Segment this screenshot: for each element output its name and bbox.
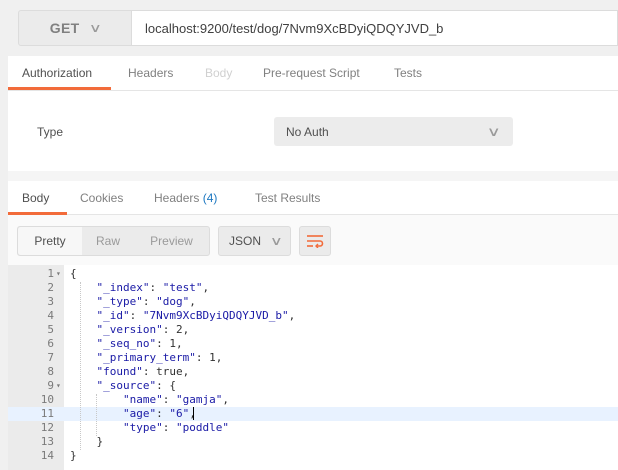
view-pretty-button[interactable]: Pretty [18, 227, 82, 255]
chevron-down-icon: ∨ [89, 21, 103, 35]
line-number: 9 [47, 379, 54, 392]
code-text: "type": "poddle" [122, 421, 229, 434]
line-number: 11 [40, 407, 54, 420]
wrap-lines-button[interactable] [299, 226, 331, 256]
code-line: 2 "_index": "test", [8, 281, 618, 295]
code-text: "_id": "7Nvm9XcBDyiQDQYJVD_b", [96, 309, 296, 322]
url-input[interactable]: localhost:9200/test/dog/7Nvm9XcBDyiQDQYJ… [132, 10, 618, 46]
format-value: JSON [229, 234, 262, 248]
code-line: 10 "name": "gamja", [8, 393, 618, 407]
auth-type-value: No Auth [286, 124, 329, 139]
section-divider [8, 171, 618, 181]
text-cursor [193, 407, 194, 420]
indent-guide [80, 282, 81, 450]
auth-type-select[interactable]: No Auth ∨ [274, 117, 513, 146]
line-number: 7 [47, 351, 54, 364]
request-tabs: Authorization Headers Body Pre-request S… [8, 56, 618, 91]
tab-response-headers-label: Headers [154, 191, 200, 205]
tab-authorization[interactable]: Authorization [22, 66, 92, 80]
code-text: "name": "gamja", [122, 393, 229, 406]
code-line: 11 "age": "6", [8, 407, 618, 421]
method-select[interactable]: GET ∨ [18, 10, 132, 46]
code-line: 7 "_primary_term": 1, [8, 351, 618, 365]
code-line: 4 "_id": "7Nvm9XcBDyiQDQYJVD_b", [8, 309, 618, 323]
code-line: 14} [8, 449, 618, 463]
headers-count-badge: (4) [202, 191, 218, 205]
code-text: "_seq_no": 1, [96, 337, 183, 350]
line-number: 1 [47, 267, 54, 280]
auth-type-label: Type [37, 125, 64, 139]
line-number: 4 [47, 309, 54, 322]
code-text: { [70, 267, 77, 280]
url-text: localhost:9200/test/dog/7Nvm9XcBDyiQDQYJ… [145, 20, 444, 36]
response-tabs: Body Cookies Headers (4) Test Results [8, 181, 618, 215]
format-select[interactable]: JSON ∨ [218, 226, 291, 256]
tab-test-results[interactable]: Test Results [255, 191, 320, 205]
code-text: "_primary_term": 1, [96, 351, 223, 364]
method-label: GET [49, 20, 80, 36]
view-raw-button[interactable]: Raw [82, 227, 134, 255]
code-line: 3 "_type": "dog", [8, 295, 618, 309]
code-line: 5 "_version": 2, [8, 323, 618, 337]
code-line: 9 ▾ "_source": { [8, 379, 618, 393]
line-number: 3 [47, 295, 54, 308]
fold-toggle-icon[interactable]: ▾ [56, 267, 61, 281]
line-number: 8 [47, 365, 54, 378]
code-line: 12 "type": "poddle" [8, 421, 618, 435]
code-text: "_type": "dog", [96, 295, 196, 308]
tab-pre-request-script[interactable]: Pre-request Script [263, 66, 360, 80]
code-text: "_index": "test", [96, 281, 210, 294]
chevron-down-icon: ∨ [487, 124, 502, 139]
code-text: } [70, 435, 104, 448]
active-tab-indicator [8, 87, 111, 90]
tab-cookies[interactable]: Cookies [80, 191, 123, 205]
line-number: 13 [40, 435, 54, 448]
code-line: 1 ▾ { [8, 267, 618, 281]
tab-response-body[interactable]: Body [22, 191, 49, 205]
tab-headers[interactable]: Headers [128, 66, 173, 80]
code-text: "_source": { [96, 379, 176, 392]
line-number: 12 [40, 421, 54, 434]
left-sidebar-edge [0, 0, 8, 470]
line-number: 10 [40, 393, 54, 406]
view-mode-group: Pretty Raw Preview [17, 226, 210, 256]
tab-body: Body [205, 66, 233, 80]
tab-tests[interactable]: Tests [394, 66, 422, 80]
code-text: "_version": 2, [96, 323, 190, 336]
line-number: 6 [47, 337, 54, 350]
wrap-lines-icon [307, 235, 324, 248]
view-preview-button[interactable]: Preview [134, 227, 209, 255]
code-line: 6 "_seq_no": 1, [8, 337, 618, 351]
fold-toggle-icon[interactable]: ▾ [56, 379, 61, 393]
code-line: 13 } [8, 435, 618, 449]
chevron-down-icon: ∨ [270, 234, 284, 248]
line-number: 2 [47, 281, 54, 294]
code-line: 8 "found": true, [8, 365, 618, 379]
code-text: "age": "6", [122, 407, 196, 420]
line-number: 5 [47, 323, 54, 336]
line-number: 14 [40, 449, 54, 462]
tab-response-headers[interactable]: Headers (4) [154, 191, 217, 205]
indent-guide [96, 394, 97, 436]
code-text: "found": true, [96, 365, 190, 378]
code-text: } [70, 449, 77, 462]
